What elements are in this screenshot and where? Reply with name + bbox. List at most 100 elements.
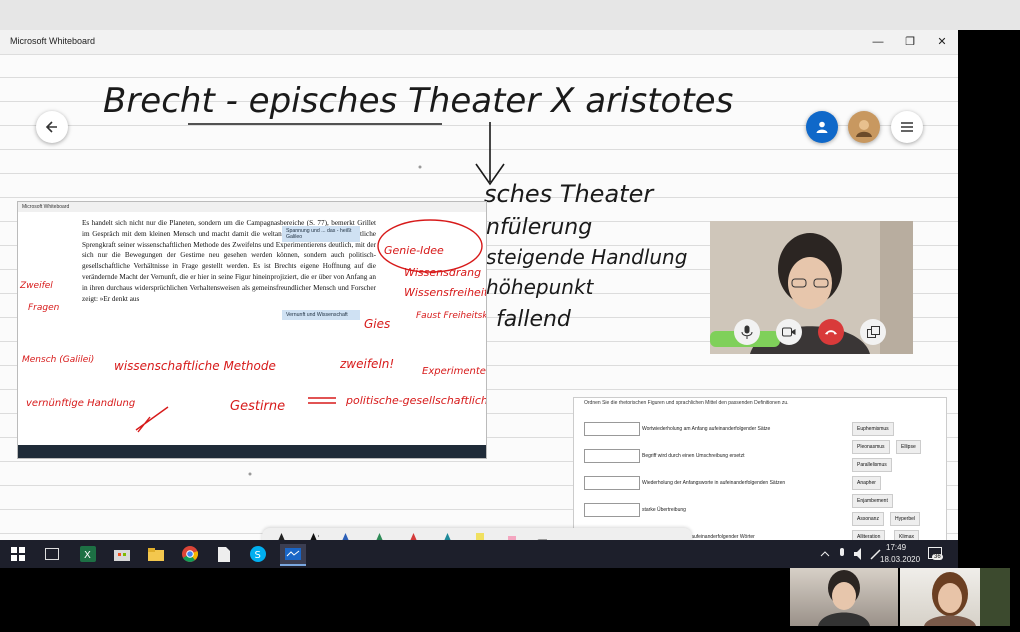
account-button[interactable] bbox=[806, 111, 838, 143]
hamburger-icon bbox=[901, 122, 913, 132]
red-annotations-layer: Genie-Idee Wissensdrang Wissensfreiheit … bbox=[19, 219, 486, 433]
whiteboard-taskbar-button[interactable] bbox=[280, 544, 306, 566]
chrome-button[interactable] bbox=[180, 544, 200, 564]
svg-text:S: S bbox=[255, 550, 261, 561]
title-bar: Microsoft Whiteboard — ❐ ✕ bbox=[0, 30, 958, 55]
definition-text: Wortwiederholung am Anfang aufeinanderfo… bbox=[642, 426, 771, 432]
clock-date[interactable]: 18.03.2020 bbox=[880, 555, 920, 564]
handwriting-line: sches Theater bbox=[484, 180, 655, 208]
participant-thumbnail[interactable] bbox=[790, 568, 898, 626]
close-button[interactable]: ✕ bbox=[926, 30, 958, 54]
eraser-icon[interactable] bbox=[506, 532, 517, 540]
pen-black-icon[interactable] bbox=[276, 532, 287, 540]
annotation: zweifeln! bbox=[339, 357, 394, 371]
answer-field[interactable] bbox=[584, 449, 640, 463]
arrow-left-icon bbox=[45, 121, 57, 133]
back-button[interactable] bbox=[36, 111, 68, 143]
microphone-icon bbox=[741, 325, 753, 339]
dot bbox=[248, 472, 252, 476]
participant-thumbnail[interactable] bbox=[900, 568, 1010, 626]
microphone-tray-icon[interactable] bbox=[838, 548, 846, 560]
pen-black-selected-icon[interactable] bbox=[308, 532, 319, 540]
whiteboard-window: Microsoft Whiteboard — ❐ ✕ Brecht - epis… bbox=[0, 30, 958, 540]
skype-button[interactable]: S bbox=[248, 544, 268, 564]
store-button[interactable] bbox=[112, 544, 132, 564]
excel-button[interactable]: X bbox=[78, 544, 98, 564]
clock-time[interactable]: 17:49 bbox=[886, 543, 906, 552]
option-chip[interactable]: Enjambement bbox=[852, 494, 893, 508]
avatar[interactable] bbox=[848, 111, 880, 143]
option-chip[interactable]: Ellipse bbox=[896, 440, 921, 454]
task-view-icon bbox=[45, 548, 59, 560]
window-title: Microsoft Whiteboard bbox=[10, 36, 96, 46]
option-chip[interactable]: Pleonasmus bbox=[852, 440, 890, 454]
minimize-button[interactable]: — bbox=[862, 30, 894, 54]
file-icon bbox=[218, 546, 230, 562]
volume-icon[interactable] bbox=[854, 548, 866, 560]
answer-field[interactable] bbox=[584, 422, 640, 436]
maximize-button[interactable]: ❐ bbox=[894, 30, 926, 54]
annotation: Gies bbox=[364, 317, 390, 331]
quiz-panel[interactable]: Ordnen Sie die rhetorischen Figuren und … bbox=[573, 397, 947, 540]
file-button[interactable] bbox=[214, 544, 234, 564]
chrome-icon bbox=[182, 546, 198, 562]
participant-video bbox=[924, 568, 1010, 626]
option-chip[interactable]: Alliteration bbox=[852, 530, 886, 540]
definition-text: Begriff wird durch einen Umschreibung er… bbox=[642, 453, 745, 459]
person-icon bbox=[816, 121, 828, 133]
definition-text: starke Übertreibung bbox=[642, 507, 686, 513]
menu-button[interactable] bbox=[891, 111, 923, 143]
top-gap bbox=[0, 0, 1020, 30]
pen-blue-icon[interactable] bbox=[340, 532, 351, 540]
taskbar: X S 17:49 18.03.2020 36 bbox=[0, 540, 958, 568]
annotation: wissenschaftliche Methode bbox=[114, 359, 276, 373]
board-heading: Brecht - episches Theater X aristotes bbox=[103, 81, 733, 121]
pen-red-icon[interactable] bbox=[408, 532, 419, 540]
quiz-instruction: Ordnen Sie die rhetorischen Figuren und … bbox=[584, 400, 789, 406]
answer-field[interactable] bbox=[584, 476, 640, 490]
handwriting-line: höhepunkt bbox=[486, 275, 595, 299]
participant-video bbox=[818, 570, 870, 626]
annotation: Experimente bbox=[422, 366, 486, 377]
start-button[interactable] bbox=[8, 544, 28, 564]
share-screen-icon bbox=[866, 325, 880, 338]
explorer-icon bbox=[148, 547, 164, 561]
pasted-screenshot[interactable]: Microsoft Whiteboard Es handelt sich nic… bbox=[17, 201, 487, 459]
annotation: Mensch (Galilei) bbox=[22, 355, 94, 365]
option-chip[interactable]: Euphemismus bbox=[852, 422, 894, 436]
option-chip[interactable]: Assonanz bbox=[852, 512, 884, 526]
microphone-button[interactable] bbox=[734, 319, 760, 345]
handwriting-line: fallend bbox=[496, 307, 572, 332]
annotation: Wissensdrang bbox=[404, 266, 481, 279]
answer-field[interactable] bbox=[584, 503, 640, 517]
hang-up-button[interactable] bbox=[818, 319, 844, 345]
annotation: politische-gesellschaftliche Verhältniss… bbox=[345, 394, 486, 407]
camera-button[interactable] bbox=[776, 319, 802, 345]
option-chip[interactable]: Anapher bbox=[852, 476, 881, 490]
pen-green-icon[interactable] bbox=[374, 532, 385, 540]
option-chip[interactable]: Parallelismus bbox=[852, 458, 892, 472]
task-view-button[interactable] bbox=[42, 544, 62, 564]
pen-teal-icon[interactable] bbox=[442, 532, 453, 540]
whiteboard-canvas[interactable]: Brecht - episches Theater X aristotes sc… bbox=[0, 54, 958, 540]
excel-icon: X bbox=[80, 546, 96, 562]
option-chip[interactable]: Klimax bbox=[894, 530, 920, 540]
share-screen-button[interactable] bbox=[860, 319, 886, 345]
annotation: vernünftige Handlung bbox=[26, 398, 135, 409]
video-call[interactable] bbox=[710, 221, 913, 354]
whiteboard-icon bbox=[285, 548, 301, 560]
camera-icon bbox=[782, 327, 796, 337]
highlighter-yellow-icon[interactable] bbox=[474, 532, 485, 540]
handwriting-line: nfülerung bbox=[486, 215, 592, 240]
chevron-up-icon[interactable] bbox=[820, 550, 830, 558]
annotation: Faust Freiheitskampf bbox=[416, 311, 486, 321]
option-chip[interactable]: Hyperbel bbox=[890, 512, 921, 526]
handwriting-line: steigende Handlung bbox=[486, 245, 687, 269]
store-icon bbox=[114, 550, 130, 561]
annotation: Genie-Idee bbox=[384, 244, 444, 257]
arrow-mark bbox=[135, 406, 169, 433]
start-icon bbox=[11, 547, 25, 561]
file-explorer-button[interactable] bbox=[146, 544, 166, 564]
annotation: Wissensfreiheit bbox=[404, 286, 486, 299]
dot bbox=[418, 165, 422, 169]
